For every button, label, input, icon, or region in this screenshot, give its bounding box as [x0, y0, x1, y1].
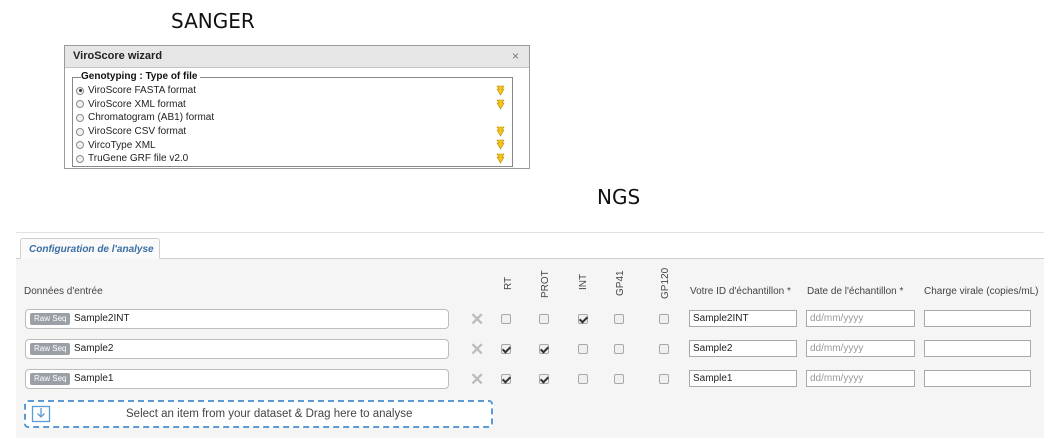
checkbox-rt[interactable] [501, 374, 511, 384]
sample-file-icon[interactable] [496, 126, 505, 137]
remove-icon[interactable]: ✕ [470, 371, 484, 388]
checkbox-gp41[interactable] [614, 344, 624, 354]
option-label: TruGene GRF file v2.0 [88, 153, 189, 165]
column-header-sample-id: Votre ID d'échantillon * [690, 286, 791, 297]
checkbox-gp41[interactable] [614, 314, 624, 324]
radio-button[interactable] [76, 86, 84, 95]
checkbox-prot[interactable] [539, 374, 549, 384]
sample-id-input[interactable] [689, 370, 797, 387]
raw-seq-badge: Raw Seq [30, 373, 71, 385]
radio-button[interactable] [76, 100, 84, 109]
radio-button[interactable] [76, 141, 84, 150]
option-label: ViroScore FASTA format [88, 85, 197, 97]
sequence-item[interactable]: Raw Seq Sample2INT [25, 309, 449, 329]
checkbox-int[interactable] [578, 344, 588, 354]
column-header-sample-date: Date de l'échantillon * [807, 286, 904, 297]
column-header-gp120: GP120 [660, 267, 671, 299]
checkbox-int[interactable] [578, 314, 588, 324]
sample-file-icon[interactable] [496, 99, 505, 110]
raw-seq-badge: Raw Seq [30, 313, 71, 325]
option-label: ViroScore XML format [88, 98, 186, 110]
download-icon [31, 405, 51, 423]
close-icon[interactable]: × [512, 49, 519, 63]
option-label: VircoType XML [88, 139, 156, 151]
sample-date-input[interactable] [806, 310, 915, 327]
viral-load-input[interactable] [924, 340, 1031, 357]
checkbox-rt[interactable] [501, 344, 511, 354]
sample-file-icon[interactable] [496, 85, 505, 96]
file-type-options: ViroScore FASTA format ViroScore XML form… [76, 84, 508, 166]
option-label: Chromatogram (AB1) format [88, 112, 215, 124]
divider [73, 168, 133, 169]
raw-seq-badge: Raw Seq [30, 343, 71, 355]
checkbox-int[interactable] [578, 374, 588, 384]
checkbox-gp120[interactable] [659, 314, 669, 324]
remove-icon[interactable]: ✕ [470, 341, 484, 358]
checkbox-gp120[interactable] [659, 374, 669, 384]
viroscore-wizard-dialog: ViroScore wizard × Genotyping : Type of … [64, 45, 530, 169]
sequence-name: Sample2 [74, 343, 114, 354]
tab-strip-border [16, 258, 1044, 259]
checkbox-gp41[interactable] [614, 374, 624, 384]
file-type-option[interactable]: ViroScore XML format [76, 98, 508, 112]
divider [16, 232, 1044, 233]
sample-id-input[interactable] [689, 310, 797, 327]
wizard-title: ViroScore wizard [73, 50, 163, 62]
checkbox-gp120[interactable] [659, 344, 669, 354]
tab-configuration[interactable]: Configuration de l'analyse [20, 238, 160, 259]
remove-icon[interactable]: ✕ [470, 311, 484, 328]
ngs-heading: NGS [597, 185, 641, 209]
file-type-option[interactable]: VircoType XML [76, 138, 508, 152]
file-type-option[interactable]: TruGene GRF file v2.0 [76, 152, 508, 166]
tab-label: Configuration de l'analyse [29, 244, 154, 255]
column-header-prot: PROT [540, 270, 551, 298]
file-type-option[interactable]: ViroScore CSV format [76, 125, 508, 139]
checkbox-rt[interactable] [501, 314, 511, 324]
file-type-option[interactable]: Chromatogram (AB1) format [76, 111, 508, 125]
sequence-name: Sample2INT [74, 313, 130, 324]
dataset-dropzone[interactable]: Select an item from your dataset & Drag … [24, 400, 493, 428]
radio-button[interactable] [76, 127, 84, 136]
column-header-rt: RT [503, 276, 514, 290]
file-type-option[interactable]: ViroScore FASTA format [76, 84, 508, 98]
column-header-viral-load: Charge virale (copies/mL) [924, 286, 1039, 297]
column-header-int: INT [578, 273, 589, 290]
sample-id-input[interactable] [689, 340, 797, 357]
dropzone-text: Select an item from your dataset & Drag … [126, 408, 413, 420]
radio-button[interactable] [76, 113, 84, 122]
fieldset-legend: Genotyping : Type of file [81, 71, 201, 82]
sequence-item[interactable]: Raw Seq Sample1 [25, 369, 449, 389]
option-label: ViroScore CSV format [88, 126, 187, 138]
checkbox-prot[interactable] [539, 344, 549, 354]
sequence-name: Sample1 [74, 373, 114, 384]
input-data-label: Données d'entrée [24, 286, 103, 297]
wizard-titlebar: ViroScore wizard × [65, 46, 529, 68]
viral-load-input[interactable] [924, 310, 1031, 327]
sequence-item[interactable]: Raw Seq Sample2 [25, 339, 449, 359]
viral-load-input[interactable] [924, 370, 1031, 387]
column-header-gp41: GP41 [615, 270, 626, 296]
sample-date-input[interactable] [806, 340, 915, 357]
file-type-fieldset: Genotyping : Type of file ViroScore FAST… [72, 71, 513, 167]
radio-button[interactable] [76, 154, 84, 163]
sample-file-icon[interactable] [496, 139, 505, 150]
sample-file-icon[interactable] [496, 153, 505, 164]
sanger-heading: SANGER [171, 9, 255, 33]
sample-date-input[interactable] [806, 370, 915, 387]
checkbox-prot[interactable] [539, 314, 549, 324]
